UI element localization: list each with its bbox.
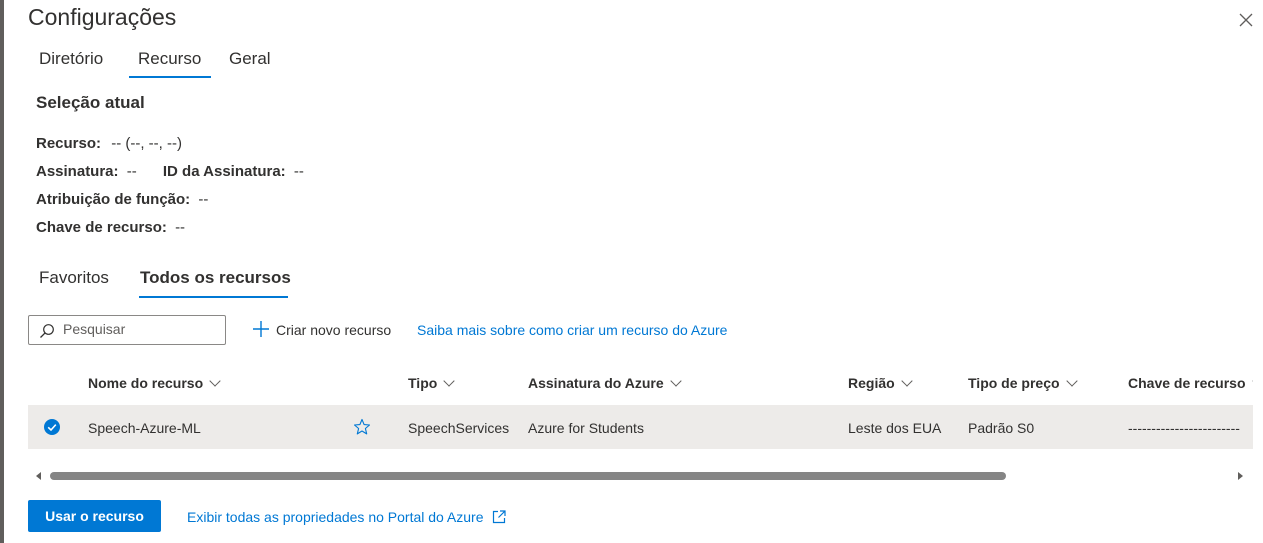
- column-header-name[interactable]: Nome do recurso: [88, 375, 221, 391]
- subscription-id-value: --: [293, 163, 304, 180]
- tab-all-resources-indicator: [139, 296, 288, 298]
- subscription-id-label: ID da Assinatura:: [162, 163, 286, 180]
- current-selection-heading: Seleção atual: [36, 93, 145, 112]
- role-label: Atribuição de função:: [36, 191, 191, 208]
- subscription-info: Assinatura: -- ID da Assinatura: --: [36, 163, 304, 180]
- chevron-down-icon: [669, 375, 682, 387]
- column-header-pricing[interactable]: Tipo de preço: [968, 375, 1078, 391]
- chevron-down-icon: [209, 375, 221, 387]
- tab-resource-indicator: [129, 76, 211, 78]
- scroll-left-arrow[interactable]: [36, 472, 41, 480]
- tab-general[interactable]: Geral: [229, 49, 271, 69]
- column-header-type-label: Tipo: [408, 375, 438, 391]
- column-header-region[interactable]: Região: [848, 375, 913, 391]
- column-header-subscription[interactable]: Assinatura do Azure: [528, 375, 682, 391]
- subscription-value: --: [126, 163, 137, 180]
- role-value: --: [198, 191, 209, 208]
- row-select-checkbox[interactable]: [44, 419, 60, 435]
- close-button[interactable]: [1236, 10, 1256, 30]
- search-icon: [40, 324, 54, 338]
- chevron-down-icon: [901, 375, 913, 387]
- use-resource-button[interactable]: Usar o recurso: [28, 500, 161, 532]
- column-header-type[interactable]: Tipo: [408, 375, 455, 391]
- cell-region: Leste dos EUA: [848, 420, 942, 436]
- learn-more-link[interactable]: Saiba mais sobre como criar um recurso d…: [417, 322, 727, 338]
- chevron-down-icon: [1065, 375, 1078, 387]
- tab-resource[interactable]: Recurso: [138, 49, 201, 69]
- scroll-right-arrow[interactable]: [1238, 472, 1243, 480]
- column-header-key[interactable]: Chave de recurso: [1128, 375, 1253, 391]
- subscription-label: Assinatura:: [36, 163, 119, 180]
- key-info: Chave de recurso: --: [36, 219, 185, 236]
- search-box[interactable]: [28, 315, 226, 345]
- left-edge-bar: [0, 0, 4, 543]
- key-label: Chave de recurso:: [36, 219, 167, 236]
- cell-pricing: Padrão S0: [968, 420, 1035, 436]
- tab-favorites[interactable]: Favoritos: [39, 268, 109, 288]
- role-info: Atribuição de função: --: [36, 191, 208, 208]
- portal-properties-link[interactable]: Exibir todas as propriedades no Portal d…: [187, 509, 506, 525]
- tab-directory[interactable]: Diretório: [39, 49, 103, 69]
- favorite-button[interactable]: [353, 418, 371, 441]
- chevron-down-icon: [1251, 375, 1253, 387]
- column-header-region-label: Região: [848, 375, 895, 391]
- create-resource-button[interactable]: Criar novo recurso: [252, 320, 391, 338]
- close-icon: [1239, 13, 1253, 27]
- search-input[interactable]: [63, 321, 218, 337]
- check-circle-icon: [47, 424, 57, 432]
- column-header-name-label: Nome do recurso: [88, 375, 204, 391]
- column-header-key-label: Chave de recurso: [1128, 375, 1246, 391]
- cell-type: SpeechServices: [408, 420, 510, 436]
- cell-subscription: Azure for Students: [528, 420, 644, 436]
- cell-resource-name: Speech-Azure-ML: [88, 420, 201, 436]
- tab-all-resources[interactable]: Todos os recursos: [140, 268, 291, 288]
- dialog-title: Configurações: [28, 4, 177, 30]
- horizontal-scrollbar-thumb[interactable]: [50, 472, 1006, 480]
- column-header-subscription-label: Assinatura do Azure: [528, 375, 664, 391]
- star-outline-icon: [353, 418, 371, 435]
- resource-value: -- (--, --, --): [111, 135, 182, 152]
- external-link-icon: [492, 510, 506, 524]
- resource-info: Recurso: -- (--, --, --): [36, 135, 182, 152]
- column-header-pricing-label: Tipo de preço: [968, 375, 1060, 391]
- resource-label: Recurso:: [36, 135, 102, 152]
- key-value: --: [175, 219, 186, 236]
- plus-icon: [253, 321, 269, 337]
- portal-properties-label: Exibir todas as propriedades no Portal d…: [187, 509, 484, 525]
- chevron-down-icon: [443, 375, 455, 387]
- create-resource-label: Criar novo recurso: [276, 322, 392, 338]
- cell-resource-key: ------------------------: [1128, 420, 1240, 436]
